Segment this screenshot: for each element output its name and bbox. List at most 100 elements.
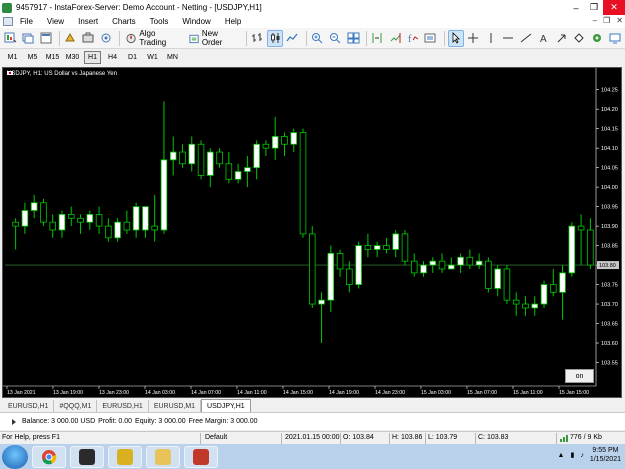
toolbar-separator [365, 30, 367, 46]
taskbar-metatrader-1[interactable] [70, 445, 104, 468]
indicators-button[interactable]: f [405, 30, 421, 47]
candle-bearish [410, 260, 418, 274]
metatrader-icon [193, 448, 209, 465]
y-tick-label: 104.10 [601, 146, 618, 152]
y-tick-label: 103.75 [601, 283, 618, 289]
trendline-button[interactable] [519, 30, 535, 47]
mdi-restore-button[interactable]: ❐ [603, 16, 610, 25]
menu-file[interactable]: File [13, 17, 40, 26]
line-chart-button[interactable] [285, 30, 301, 47]
tray-expand-icon[interactable]: ▲ [558, 452, 565, 459]
autoscroll-button[interactable] [388, 30, 404, 47]
navigator-button[interactable] [63, 30, 79, 47]
toolbox-button[interactable] [81, 30, 97, 47]
tile-windows-button[interactable] [345, 30, 361, 47]
new-order-button[interactable]: New Order [186, 29, 241, 47]
timeframe-h1[interactable]: H1 [84, 50, 101, 64]
chart-tab-qqq-m1[interactable]: #QQQ,M1 [54, 400, 98, 412]
candle-bearish [522, 303, 529, 309]
shapes-icon [574, 33, 585, 43]
timeframe-m1[interactable]: M1 [4, 51, 21, 64]
chart-shift-button[interactable] [370, 30, 386, 47]
system-clock[interactable]: 9:55 PM 1/15/2021 [590, 446, 621, 464]
mdi-minimize-button[interactable]: – [593, 16, 597, 25]
equity-value: Equity: 3 000.00 [135, 418, 186, 425]
taskbar-app-yellow[interactable] [108, 445, 142, 468]
bar-chart-button[interactable] [249, 30, 265, 47]
horizontal-line-button[interactable] [501, 30, 517, 47]
main-toolbar: Algo Trading New Order f A [0, 28, 625, 49]
chart-tab-eurusd-h1-2[interactable]: EURUSD,H1 [97, 400, 149, 412]
market-watch-button[interactable] [38, 30, 54, 47]
volume-icon[interactable]: ♪ [580, 452, 584, 459]
new-chart-button[interactable] [3, 30, 19, 47]
x-tick-label: 15 Jan 03:00 [421, 390, 451, 396]
taskbar-explorer[interactable] [146, 445, 180, 468]
close-button[interactable]: ✕ [603, 0, 625, 15]
start-button[interactable] [2, 444, 28, 469]
strategy-tester-button[interactable] [99, 30, 115, 47]
timeframe-mn[interactable]: MN [164, 51, 181, 64]
candle-bullish [234, 171, 242, 180]
chart-window[interactable]: 104.25 104.20 104.15 104.10 104.05 104.00 103.… [2, 67, 622, 398]
text-tool-button[interactable]: A [536, 30, 552, 47]
svg-text:f: f [408, 34, 412, 44]
vps-button[interactable] [607, 30, 623, 47]
price-chart[interactable]: 104.25 104.20 104.15 104.10 104.05 104.00 103.… [3, 68, 621, 397]
templates-button[interactable] [423, 30, 439, 47]
candle-bullish [30, 202, 38, 211]
timeframe-m5[interactable]: M5 [24, 51, 41, 64]
expand-arrow-icon[interactable] [12, 418, 16, 425]
taskbar-metatrader-2[interactable] [184, 445, 218, 468]
x-tick-label: 15 Jan 15:00 [559, 390, 589, 396]
shapes-button[interactable] [572, 30, 588, 47]
timeframe-h4[interactable]: H4 [104, 51, 121, 64]
mdi-close-button[interactable]: ✕ [616, 16, 623, 25]
candle-bearish [12, 221, 19, 227]
minimize-button[interactable]: – [567, 0, 585, 15]
menu-charts[interactable]: Charts [105, 17, 143, 26]
y-tick-label: 103.65 [601, 322, 618, 328]
candle-bearish [67, 214, 75, 219]
candle-bearish [550, 284, 557, 293]
chart-tab-usdjpy-h1[interactable]: USDJPY,H1 [201, 399, 251, 412]
chart-tab-eurusd-h1[interactable]: EURUSD,H1 [3, 400, 55, 412]
timeframe-m30[interactable]: M30 [64, 51, 81, 64]
candle-bearish [216, 151, 223, 165]
profiles-button[interactable] [21, 30, 37, 47]
autoscroll-icon [390, 33, 401, 43]
document-icon[interactable] [3, 17, 13, 26]
timeframe-d1[interactable]: D1 [124, 51, 141, 64]
x-tick-label: 13 Jan 2021 [7, 390, 36, 396]
zoom-in-button[interactable] [310, 30, 326, 47]
window-controls: – ❐ ✕ [567, 0, 625, 15]
candle-bearish [577, 225, 585, 231]
candle-bearish [466, 256, 474, 266]
menu-insert[interactable]: Insert [71, 17, 105, 26]
signals-button[interactable] [590, 30, 606, 47]
menu-help[interactable]: Help [218, 17, 248, 26]
algo-trading-button[interactable]: Algo Trading [123, 29, 184, 47]
tile-windows-icon [347, 32, 360, 44]
timeframe-w1[interactable]: W1 [144, 51, 161, 64]
menu-view[interactable]: View [40, 17, 71, 26]
vertical-line-button[interactable] [483, 30, 499, 47]
zoom-out-button[interactable] [327, 30, 343, 47]
crosshair-button[interactable] [466, 30, 482, 47]
candlestick-chart-button[interactable] [267, 29, 284, 47]
taskbar-chrome[interactable] [32, 445, 66, 468]
restore-button[interactable]: ❐ [585, 0, 603, 15]
network-icon[interactable]: ▮ [570, 451, 574, 459]
arrows-button[interactable] [554, 30, 570, 47]
menu-window[interactable]: Window [175, 17, 217, 26]
timeframe-m15[interactable]: M15 [44, 51, 61, 64]
on-button[interactable]: on [565, 369, 594, 383]
mdi-controls: – ❐ ✕ [593, 16, 623, 25]
app-logo-icon [2, 2, 12, 13]
menu-tools[interactable]: Tools [143, 17, 176, 26]
x-tick-label: 15 Jan 11:00 [513, 390, 543, 396]
candle-bearish [364, 245, 372, 250]
cursor-button[interactable] [447, 29, 464, 47]
status-divider [556, 433, 557, 444]
chart-tab-eurusd-m1[interactable]: EURUSD,M1 [149, 400, 202, 412]
